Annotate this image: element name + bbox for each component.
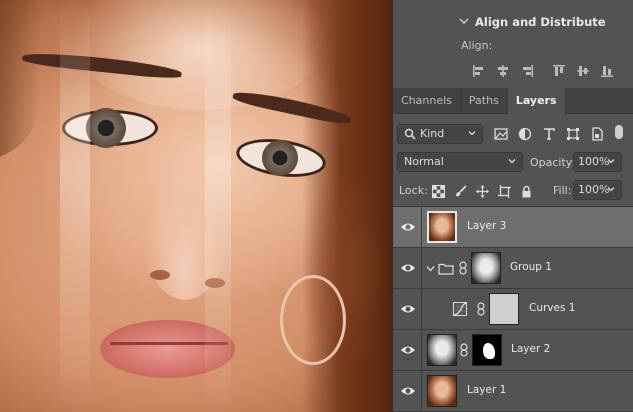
photo-right-iris <box>262 140 298 176</box>
smart-object-filter-icon[interactable] <box>585 124 609 144</box>
panel-tabs: Channels Paths Layers <box>393 88 633 114</box>
adjustment-filter-icon[interactable] <box>513 124 537 144</box>
photo-left-nostril <box>150 270 170 280</box>
chevron-down-icon <box>508 159 516 164</box>
folder-icon <box>438 263 454 275</box>
search-icon <box>404 128 416 140</box>
layer-row[interactable]: Layer 1 <box>393 371 633 412</box>
link-icon[interactable] <box>460 343 468 357</box>
align-top-icon[interactable] <box>547 62 571 80</box>
eye-icon[interactable] <box>400 221 416 233</box>
fill-value: 100% <box>578 183 610 196</box>
fill-label: Fill: <box>553 184 572 197</box>
align-vertical-center-icon[interactable] <box>571 62 595 80</box>
opacity-label: Opacity: <box>530 156 576 169</box>
photo-hair-left <box>0 0 40 160</box>
layer-filter-row: Kind <box>393 118 633 148</box>
layer-thumbnail[interactable] <box>427 211 457 243</box>
layer-name[interactable]: Layer 1 <box>467 384 506 396</box>
align-label: Align: <box>461 39 493 52</box>
tab-paths[interactable]: Paths <box>461 88 508 114</box>
shape-filter-icon[interactable] <box>561 124 585 144</box>
lock-position-icon[interactable] <box>471 181 493 201</box>
opacity-value: 100% <box>578 155 610 168</box>
chevron-down-icon <box>607 159 615 164</box>
lock-buttons <box>427 181 537 201</box>
layer-row[interactable]: Curves 1 <box>393 289 633 330</box>
right-panel-dock: Align and Distribute Align: Channels Pat… <box>392 0 633 412</box>
group-mask-thumbnail[interactable] <box>471 252 501 284</box>
filter-kind-label: Kind <box>420 127 445 140</box>
filter-kind-dropdown[interactable]: Kind <box>397 124 483 144</box>
lock-artboard-icon[interactable] <box>493 181 515 201</box>
align-bottom-icon[interactable] <box>595 62 619 80</box>
layer-thumbnail[interactable] <box>427 375 457 407</box>
tab-channels[interactable]: Channels <box>393 88 461 114</box>
visibility-divider <box>421 330 422 371</box>
document-canvas[interactable] <box>0 0 392 412</box>
tab-layers[interactable]: Layers <box>507 88 566 114</box>
visibility-divider <box>421 371 422 412</box>
align-buttons <box>467 62 619 80</box>
blend-mode-value: Normal <box>404 155 444 168</box>
align-left-icon[interactable] <box>467 62 491 80</box>
layer-name[interactable]: Layer 2 <box>511 343 550 355</box>
link-icon[interactable] <box>477 302 485 316</box>
lock-transparent-icon[interactable] <box>427 181 449 201</box>
photo-light-streak <box>60 0 90 412</box>
eye-icon[interactable] <box>400 303 416 315</box>
eye-icon[interactable] <box>400 262 416 274</box>
chevron-down-icon <box>468 131 476 136</box>
eye-icon[interactable] <box>400 344 416 356</box>
layers-list: Layer 3 Group 1 Curves 1 Layer 2 Layer 1 <box>393 206 633 412</box>
blend-mode-dropdown[interactable]: Normal <box>397 152 523 172</box>
opacity-field[interactable]: 100% <box>573 152 622 172</box>
curves-mask-thumbnail[interactable] <box>489 293 519 325</box>
align-panel-title: Align and Distribute <box>475 15 606 29</box>
photo-light-streak <box>205 0 231 412</box>
photo-hoop-earring <box>280 275 346 365</box>
align-distribute-panel: Align and Distribute Align: <box>393 0 633 86</box>
align-horizontal-center-icon[interactable] <box>491 62 515 80</box>
type-filter-icon[interactable] <box>537 124 561 144</box>
eye-icon[interactable] <box>400 385 416 397</box>
curves-adjustment-icon[interactable] <box>453 302 467 316</box>
fill-field[interactable]: 100% <box>573 180 622 200</box>
layer-thumbnail[interactable] <box>427 334 457 366</box>
chevron-down-icon[interactable] <box>459 16 469 26</box>
align-right-icon[interactable] <box>515 62 539 80</box>
visibility-divider <box>421 248 422 289</box>
lock-all-icon[interactable] <box>515 181 537 201</box>
pixel-filter-icon[interactable] <box>489 124 513 144</box>
layer-name[interactable]: Group 1 <box>510 261 552 273</box>
filter-type-buttons <box>489 124 609 144</box>
layer-name[interactable]: Curves 1 <box>529 302 575 314</box>
link-icon[interactable] <box>459 261 467 275</box>
layer-row[interactable]: Layer 2 <box>393 330 633 371</box>
lock-row: Lock: Fill: 100% <box>393 178 633 204</box>
layer-row[interactable]: Group 1 <box>393 248 633 289</box>
blend-row: Normal Opacity: 100% <box>393 150 633 176</box>
photo-forehead <box>70 0 330 110</box>
chevron-down-icon <box>607 187 615 192</box>
layer-mask-thumbnail[interactable] <box>472 334 502 366</box>
mask-shape <box>483 343 495 359</box>
visibility-divider <box>421 207 422 248</box>
layer-name[interactable]: Layer 3 <box>467 220 506 232</box>
filter-toggle-switch[interactable] <box>615 125 623 139</box>
lock-paint-icon[interactable] <box>449 181 471 201</box>
visibility-divider <box>421 289 422 330</box>
lock-label: Lock: <box>399 184 428 197</box>
layer-row[interactable]: Layer 3 <box>393 207 633 248</box>
photo-left-iris <box>86 108 126 148</box>
chevron-down-icon[interactable] <box>426 264 435 273</box>
